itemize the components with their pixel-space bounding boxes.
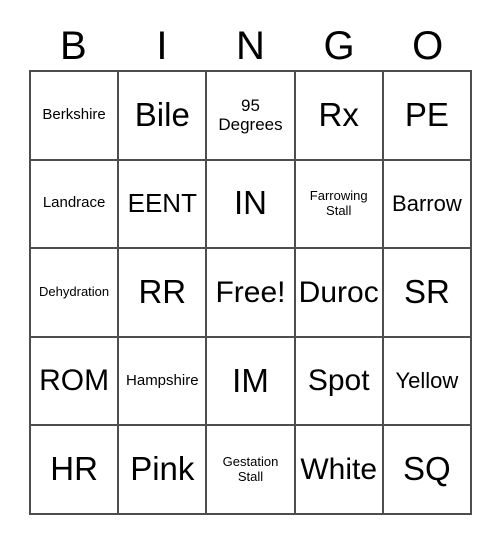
bingo-cell-label: Bile [134, 95, 190, 133]
bingo-cell-label: Hampshire [126, 371, 199, 389]
bingo-cell-label: Spot [307, 364, 370, 398]
bingo-cell-label: PE [404, 95, 449, 133]
bingo-cell[interactable]: Duroc [295, 249, 384, 338]
bingo-cell-label: HR [50, 450, 98, 488]
bingo-cell-label: ROM [39, 364, 110, 398]
bingo-grid: Berkshire Bile 95 Degrees Rx PE Landrace EENT I… [29, 70, 472, 515]
bingo-cell-label: Free! [215, 275, 286, 309]
bingo-cell[interactable]: Barrow [383, 160, 472, 250]
bingo-cell-free[interactable]: Free! [207, 249, 296, 338]
bingo-cell-label: Landrace [42, 194, 106, 212]
bingo-cell-label: Rx [318, 95, 359, 133]
bingo-cell-label: Duroc [298, 275, 379, 309]
bingo-cell-label: SQ [403, 450, 451, 488]
bingo-cell[interactable]: 95 Degrees [207, 72, 296, 161]
bingo-cell[interactable]: Pink [119, 426, 208, 515]
bingo-cell[interactable]: Berkshire [31, 72, 120, 161]
bingo-cell[interactable]: Landrace [31, 160, 120, 250]
bingo-cell-label: SR [403, 273, 450, 311]
bingo-cell-label: IM [232, 361, 269, 399]
bingo-cell[interactable]: HR [31, 426, 120, 515]
bingo-cell-label: 95 Degrees [218, 96, 283, 135]
bingo-cell[interactable]: Bile [119, 72, 208, 161]
bingo-cell[interactable]: Farrowing Stall [295, 160, 384, 250]
bingo-cell-label: Farrowing Stall [309, 188, 368, 218]
bingo-header-row: B I N G O [29, 22, 472, 70]
bingo-header-letter-i: I [156, 24, 168, 68]
bingo-cell[interactable]: EENT [119, 160, 208, 250]
bingo-cell[interactable]: IN [207, 160, 296, 250]
bingo-cell[interactable]: ROM [31, 337, 120, 427]
bingo-cell[interactable]: Hampshire [119, 337, 208, 427]
bingo-cell[interactable]: IM [207, 337, 296, 427]
bingo-cell-label: EENT [127, 188, 197, 219]
bingo-card: B I N G O Berkshire Bile 95 Degrees Rx PE Lan… [0, 0, 500, 544]
bingo-cell[interactable]: Dehydration [31, 249, 120, 338]
bingo-cell-label: Gestation Stall [222, 454, 279, 484]
bingo-cell[interactable]: Rx [295, 72, 384, 161]
bingo-cell-label: Barrow [392, 190, 462, 216]
bingo-cell-label: Dehydration [39, 284, 110, 300]
bingo-cell[interactable]: Gestation Stall [207, 426, 296, 515]
bingo-header-letter-o: O [412, 24, 444, 68]
bingo-cell-label: White [300, 452, 378, 486]
bingo-cell[interactable]: SR [383, 249, 472, 338]
bingo-cell[interactable]: SQ [383, 426, 472, 515]
bingo-cell[interactable]: RR [119, 249, 208, 338]
bingo-cell-label: RR [138, 273, 187, 311]
bingo-header-letter-n: N [236, 24, 265, 68]
bingo-cell[interactable]: Spot [295, 337, 384, 427]
bingo-cell-label: Pink [130, 450, 195, 488]
bingo-cell-label: Berkshire [42, 105, 106, 123]
bingo-cell[interactable]: PE [383, 72, 472, 161]
bingo-cell-label: IN [233, 184, 267, 222]
bingo-cell[interactable]: White [295, 426, 384, 515]
bingo-header-letter-g: G [323, 24, 355, 68]
bingo-header-letter-b: B [59, 24, 87, 68]
bingo-cell-label: Yellow [395, 367, 459, 393]
bingo-cell[interactable]: Yellow [383, 337, 472, 427]
